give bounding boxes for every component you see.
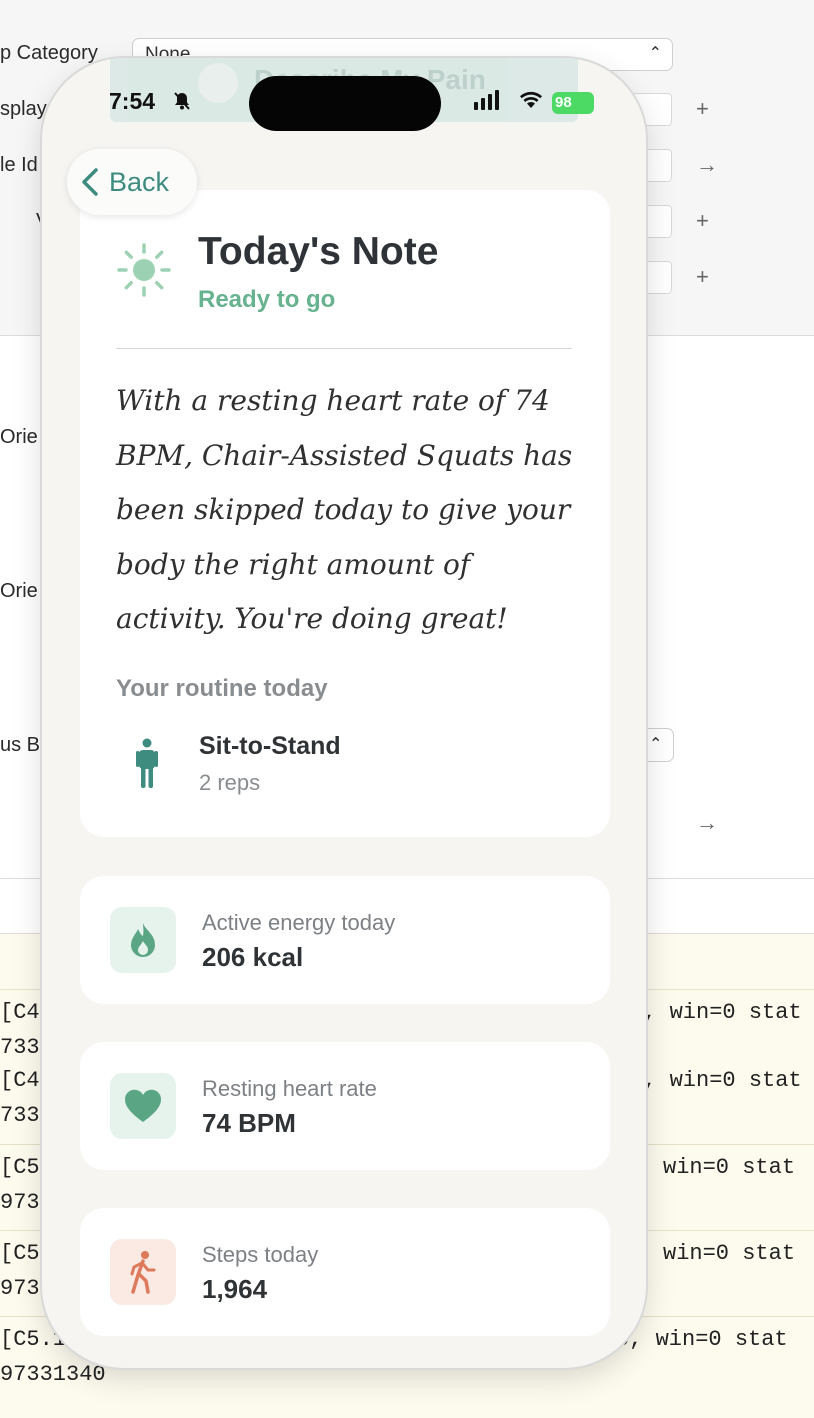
display-label: splay xyxy=(0,98,47,120)
note-title: Today's Note xyxy=(198,230,439,273)
heart-rate-icon-box xyxy=(110,1073,176,1139)
metric-value: 1,964 xyxy=(202,1274,268,1304)
chevron-updown-icon: ⌃ xyxy=(648,45,662,62)
log-text: ), win=0 stat xyxy=(630,1000,802,1025)
metric-label: Active energy today xyxy=(202,910,396,935)
arrow-right-icon[interactable]: → xyxy=(696,152,718,178)
log-text: 733 xyxy=(0,1103,40,1128)
note-status: Ready to go xyxy=(198,286,336,313)
back-label: Back xyxy=(109,166,170,197)
steps-card[interactable]: Steps today 1,964 xyxy=(80,1208,610,1336)
bell-slash-icon xyxy=(172,91,192,117)
orientation-label: Orie xyxy=(0,580,38,602)
divider xyxy=(116,348,572,349)
arrow-right-icon[interactable]: → xyxy=(696,810,718,836)
category-label: p Category xyxy=(0,42,98,64)
walking-icon xyxy=(130,1251,156,1294)
log-text: win=0 stat xyxy=(663,1241,796,1266)
add-icon[interactable]: + xyxy=(696,264,709,290)
metric-value: 206 kcal xyxy=(202,942,304,972)
add-icon[interactable]: + xyxy=(696,96,709,122)
person-standing-icon xyxy=(136,738,158,793)
active-energy-icon-box xyxy=(110,907,176,973)
note-message: With a resting heart rate of 74 BPM, Cha… xyxy=(116,384,573,635)
metric-label: Resting heart rate xyxy=(202,1076,377,1101)
chevron-left-icon xyxy=(82,168,98,196)
log-text: [C4 xyxy=(0,1068,40,1093)
phone-simulator: Describe My Pain 7:54 98 Today's Note Re… xyxy=(42,58,646,1368)
log-text: ), win=0 stat xyxy=(630,1068,802,1093)
active-energy-card[interactable]: Active energy today 206 kcal xyxy=(80,876,610,1004)
log-text: 97331340 xyxy=(0,1362,106,1387)
metric-label: Steps today xyxy=(202,1242,319,1267)
log-text: 973 xyxy=(0,1190,40,1215)
dynamic-island xyxy=(249,76,441,131)
identifier-label: le Id xyxy=(0,154,38,176)
routine-heading: Your routine today xyxy=(116,675,328,702)
chevron-updown-icon: ⌃ xyxy=(649,736,663,753)
log-text: 973 xyxy=(0,1276,40,1301)
heart-icon xyxy=(124,1089,162,1122)
exercise-name: Sit-to-Stand xyxy=(199,732,341,760)
resting-heart-rate-card[interactable]: Resting heart rate 74 BPM xyxy=(80,1042,610,1170)
flame-icon xyxy=(131,923,155,957)
status-time: 7:54 xyxy=(109,88,156,114)
cellular-signal-icon xyxy=(474,90,499,110)
orientation-label: Orie xyxy=(0,426,38,448)
log-text: 0, win=0 stat xyxy=(616,1327,788,1352)
battery-indicator: 98 xyxy=(552,92,594,114)
sun-icon xyxy=(116,242,172,303)
microphone-icon xyxy=(198,63,238,103)
exercise-reps: 2 reps xyxy=(199,770,261,795)
wifi-icon xyxy=(518,90,544,115)
metric-value: 74 BPM xyxy=(202,1108,296,1138)
log-text: win=0 stat xyxy=(663,1155,796,1180)
log-text: 733 xyxy=(0,1035,40,1060)
log-text: [C5 xyxy=(0,1241,40,1266)
log-text: [C5 xyxy=(0,1155,40,1180)
log-text: [C4 xyxy=(0,1000,40,1025)
todays-note-card: Today's Note Ready to go With a resting … xyxy=(80,190,610,837)
steps-icon-box xyxy=(110,1239,176,1305)
add-icon[interactable]: + xyxy=(696,208,709,234)
back-button[interactable]: Back xyxy=(67,149,197,215)
